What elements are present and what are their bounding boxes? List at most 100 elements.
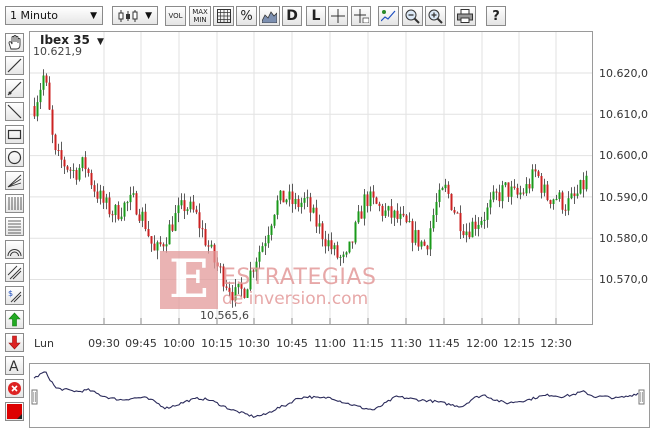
candle-body: [111, 214, 114, 216]
percent-button[interactable]: %: [236, 6, 257, 26]
fan-tool[interactable]: [5, 171, 24, 190]
candle-body: [420, 241, 423, 247]
levels-tool[interactable]: [5, 217, 24, 236]
candle-body: [480, 220, 483, 225]
line-button[interactable]: L: [306, 6, 326, 26]
candle-body: [495, 191, 498, 193]
sell-arrow-tool[interactable]: [5, 333, 24, 352]
daily-button[interactable]: D: [282, 6, 302, 26]
line-tool[interactable]: [5, 56, 24, 75]
print-button[interactable]: [454, 6, 476, 26]
candle-body: [555, 198, 558, 200]
candle-body: [573, 193, 576, 196]
candle-body: [174, 213, 177, 231]
navigator-line: [33, 371, 639, 418]
candle-body: [396, 210, 399, 219]
candle-body: [432, 215, 435, 229]
candle-body: [513, 186, 516, 188]
candle-body: [198, 212, 201, 229]
navigator-left-handle[interactable]: [31, 389, 38, 405]
candle-body: [141, 211, 144, 221]
trend-line-button[interactable]: [378, 6, 399, 26]
delete-drawings-tool[interactable]: [5, 379, 24, 398]
dollar-tool[interactable]: $: [5, 286, 24, 305]
candle-body: [441, 188, 444, 190]
candle-body: [435, 201, 438, 216]
candle-body: [312, 207, 315, 213]
zoom-out-button[interactable]: [402, 6, 423, 26]
volume-button[interactable]: VOL: [165, 6, 186, 26]
crosshair-label-button[interactable]: [351, 6, 371, 26]
text-tool[interactable]: A: [5, 356, 24, 375]
y-tick-10570: 10.570,0: [599, 273, 648, 286]
maxmin-button-top: MAX: [192, 8, 208, 16]
navigator-right-handle[interactable]: [638, 389, 645, 405]
candle-body: [279, 190, 282, 201]
candle-body: [570, 193, 573, 199]
candle-body: [147, 229, 150, 237]
candle-body: [561, 192, 564, 210]
candle-body: [36, 102, 39, 117]
candle-body: [69, 169, 72, 171]
candle-body: [63, 159, 66, 167]
candle-body: [531, 169, 534, 189]
candle-body: [465, 231, 468, 236]
candle-body: [474, 221, 477, 229]
candle-body: [285, 199, 288, 203]
candle-body: [516, 187, 519, 195]
candle-body: [378, 203, 381, 206]
candle-body: [393, 210, 396, 218]
candle-body: [105, 197, 108, 203]
candle-body: [462, 231, 465, 236]
arc-tool[interactable]: [5, 240, 24, 259]
candle-body: [102, 190, 105, 203]
extended-line-tool[interactable]: [5, 102, 24, 121]
candle-body: [177, 205, 180, 214]
channel-tool[interactable]: [5, 263, 24, 282]
candle-body: [456, 212, 459, 214]
x-tick-1030: 10:30: [238, 337, 270, 350]
interval-select[interactable]: 1 Minuto ▼: [5, 6, 103, 25]
crosshair-button[interactable]: [328, 6, 348, 26]
candle-body: [132, 193, 135, 195]
buy-arrow-tool[interactable]: [5, 310, 24, 329]
candle-body: [72, 169, 75, 171]
candle-body: [384, 210, 387, 216]
daily-button-label: D: [286, 8, 298, 24]
candle-body: [339, 256, 342, 258]
candle-body: [525, 184, 528, 194]
high-marker: 10.621,9: [33, 45, 82, 58]
x-tick-1045: 10:45: [276, 337, 308, 350]
candle-body: [84, 157, 87, 170]
area-chart-button[interactable]: [259, 6, 280, 26]
candle-body: [321, 223, 324, 240]
pan-hand-tool[interactable]: [5, 33, 24, 52]
candle-body: [294, 198, 297, 205]
fan-lines-icon: [7, 174, 22, 188]
grid-button[interactable]: [213, 6, 234, 26]
fibonacci-tool[interactable]: [5, 194, 24, 213]
candle-body: [486, 207, 489, 220]
candle-body: [540, 176, 543, 193]
candle-body: [270, 225, 273, 235]
candle-body: [273, 214, 276, 226]
candle-body: [579, 180, 582, 194]
navigator-canvas[interactable]: [30, 364, 649, 427]
color-picker-tool[interactable]: [5, 402, 24, 421]
candle-body: [159, 242, 162, 245]
help-button[interactable]: ?: [486, 6, 506, 26]
candle-body: [126, 202, 129, 204]
candle-body: [534, 169, 537, 172]
maxmin-button[interactable]: MAX MIN: [189, 6, 211, 26]
candle-body: [390, 206, 393, 218]
trend-line-icon: [381, 10, 396, 22]
crosshair-label-icon: [353, 9, 369, 23]
candle-body: [369, 191, 372, 207]
ellipse-tool[interactable]: [5, 148, 24, 167]
rectangle-tool[interactable]: [5, 125, 24, 144]
ray-tool[interactable]: [5, 79, 24, 98]
zoom-in-button[interactable]: [425, 6, 446, 26]
chart-type-select[interactable]: ▼: [112, 6, 158, 25]
svg-text:$: $: [8, 289, 13, 298]
percent-button-label: %: [240, 8, 253, 24]
